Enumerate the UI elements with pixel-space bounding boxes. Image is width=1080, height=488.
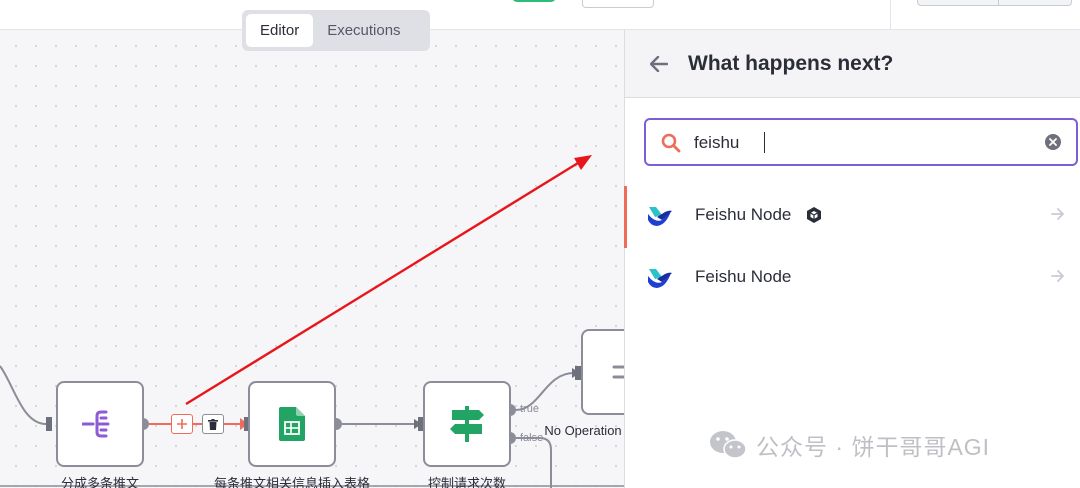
search-icon [661, 133, 681, 153]
feishu-logo-icon [648, 207, 672, 226]
add-node-button[interactable] [171, 414, 193, 434]
result-name: Feishu Node [695, 205, 792, 224]
top-action-button[interactable] [582, 0, 654, 8]
search-result-feishu[interactable]: Feishu Node [625, 248, 1080, 308]
active-toggle[interactable] [512, 0, 556, 2]
selection-indicator [624, 186, 627, 248]
node-label-split-out: 分成多条推文 [60, 476, 140, 488]
result-name: Feishu Node [695, 267, 792, 286]
delete-connection-button[interactable] [202, 414, 224, 434]
panel-title: What happens next? [688, 52, 894, 75]
close-icon [1049, 138, 1057, 146]
search-result-feishu-community[interactable]: Feishu Node [624, 186, 1080, 248]
trash-icon [208, 418, 218, 430]
panel-header: What happens next? [625, 30, 1080, 98]
workflow-canvas[interactable]: 分成多条推文 每条推文相关信息插入表格 控制请求次数 true false No [0, 30, 624, 488]
watermark: 公众号 · 饼干哥哥AGI [708, 428, 990, 462]
wechat-logo-icon [710, 431, 747, 459]
split-out-node[interactable] [56, 381, 144, 467]
node-label-google-sheets: 每条推文相关信息插入表格 [213, 476, 371, 488]
google-sheets-icon [279, 407, 305, 441]
tab-editor[interactable]: Editor [246, 14, 314, 47]
node-creator-panel: What happens next? Feishu Node [624, 30, 1080, 488]
port-label-false: false [520, 432, 544, 444]
port-label-true: true [520, 403, 539, 415]
arrow-right-icon [1051, 270, 1064, 282]
top-divider [890, 0, 891, 30]
top-segmented-control[interactable] [917, 0, 1072, 6]
top-bar [0, 0, 1080, 30]
arrow-right-icon [1051, 208, 1064, 220]
feishu-logo-icon [648, 269, 672, 288]
back-button[interactable] [647, 52, 671, 76]
search-box[interactable] [644, 118, 1078, 166]
clear-search-button[interactable] [1045, 134, 1061, 150]
if-node[interactable] [423, 381, 511, 467]
tab-executions[interactable]: Executions [313, 14, 414, 47]
split-out-icon [82, 410, 110, 438]
watermark-text: 公众号 · 饼干哥哥AGI [756, 434, 991, 460]
node-label-no-operation: No Operation [544, 423, 622, 438]
arrow-left-icon [650, 56, 668, 72]
community-node-icon [807, 207, 821, 223]
google-sheets-node[interactable] [248, 381, 336, 467]
node-label-if: 控制请求次数 [427, 476, 507, 488]
no-operation-node[interactable] [581, 329, 624, 415]
if-signpost-icon [450, 406, 484, 442]
view-tabs: Editor Executions [242, 10, 430, 51]
plus-icon [177, 419, 187, 429]
no-operation-icon [612, 365, 624, 379]
search-input[interactable] [694, 130, 1034, 156]
text-caret [764, 132, 765, 153]
